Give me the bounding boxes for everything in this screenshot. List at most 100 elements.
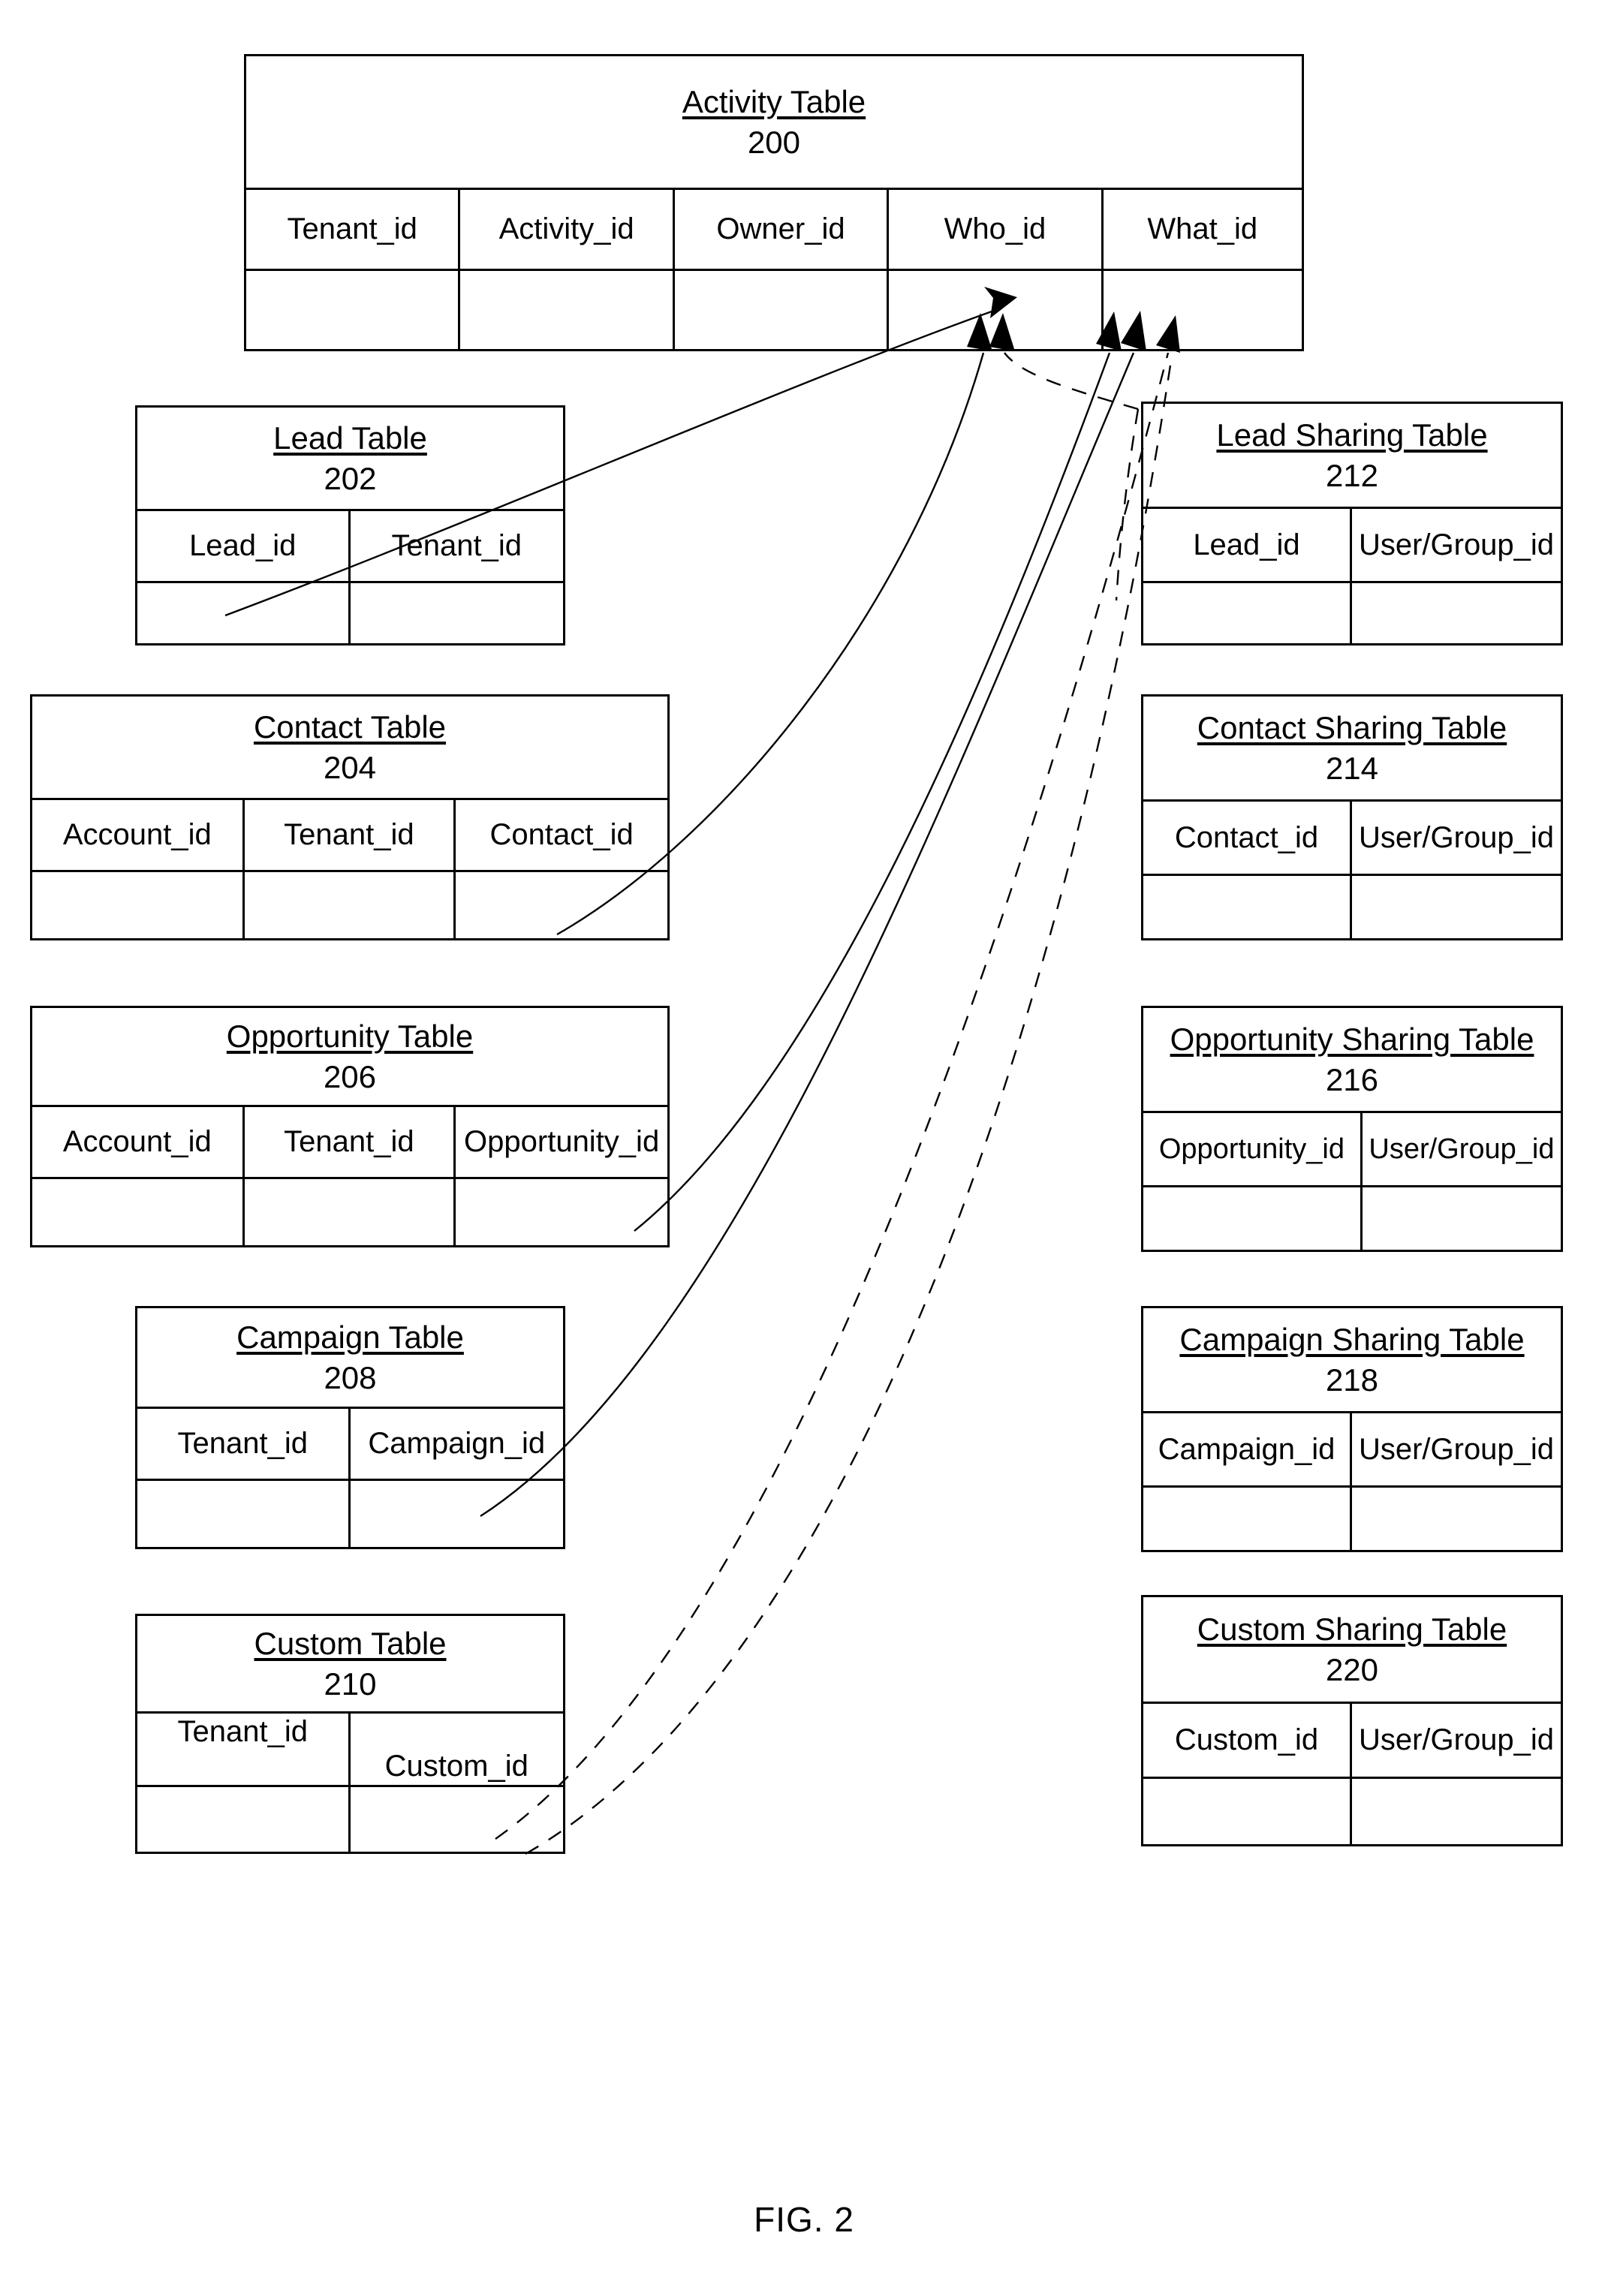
custom-sharing-table-title: Custom Sharing Table [1197,1611,1507,1647]
lead-sharing-col-user-group-id: User/Group_id [1352,509,1561,581]
custom-table-row [137,1787,563,1852]
contact-table: Contact Table 204 Account_id Tenant_id C… [30,694,670,940]
activity-cell-tenant-id [246,271,461,349]
contact-col-tenant-id: Tenant_id [244,800,456,870]
campaign-col-tenant-id: Tenant_id [137,1409,351,1479]
custom-cell-custom-id [351,1787,564,1852]
activity-table-ref: 200 [747,124,801,160]
opportunity-sharing-col-user-group-id: User/Group_id [1362,1113,1561,1185]
lead-sharing-table-ref: 212 [1325,457,1379,493]
lead-sharing-table-column-headers: Lead_id User/Group_id [1143,509,1561,583]
figure-caption: FIG. 2 [754,2200,854,2239]
contact-sharing-cell-contact-id [1143,876,1352,938]
contact-table-column-headers: Account_id Tenant_id Contact_id [32,800,667,872]
opportunity-sharing-col-opportunity-id: Opportunity_id [1143,1113,1363,1185]
campaign-cell-tenant-id [137,1481,351,1547]
opportunity-sharing-cell-user-group-id [1363,1187,1561,1250]
campaign-sharing-col-campaign-id: Campaign_id [1143,1413,1352,1485]
contact-cell-contact-id [456,872,667,938]
activity-table-column-headers: Tenant_id Activity_id Owner_id Who_id Wh… [246,190,1302,271]
contact-table-title: Contact Table [253,709,447,745]
contact-sharing-table: Contact Sharing Table 214 Contact_id Use… [1141,694,1563,940]
custom-sharing-table: Custom Sharing Table 220 Custom_id User/… [1141,1595,1563,1846]
campaign-sharing-table-ref: 218 [1325,1362,1379,1398]
contact-sharing-table-row [1143,876,1561,938]
opportunity-col-account-id: Account_id [32,1107,245,1177]
connector-opportunity-to-whatid [634,311,1122,1232]
custom-table-ref: 210 [324,1666,377,1702]
campaign-table-column-headers: Tenant_id Campaign_id [137,1409,563,1481]
custom-sharing-table-header: Custom Sharing Table 220 [1143,1597,1561,1704]
lead-table: Lead Table 202 Lead_id Tenant_id [135,405,565,645]
contact-table-header: Contact Table 204 [32,697,667,800]
lead-sharing-table-header: Lead Sharing Table 212 [1143,404,1561,509]
opportunity-table-row [32,1179,667,1245]
custom-table-header: Custom Table 210 [137,1616,563,1714]
contact-table-ref: 204 [323,749,377,785]
contact-col-account-id: Account_id [32,800,245,870]
activity-table-title: Activity Table [682,83,866,119]
activity-col-who-id: Who_id [889,190,1104,269]
opportunity-sharing-table-header: Opportunity Sharing Table 216 [1143,1008,1561,1113]
campaign-sharing-table-column-headers: Campaign_id User/Group_id [1143,1413,1561,1488]
custom-sharing-table-column-headers: Custom_id User/Group_id [1143,1704,1561,1779]
lead-cell-tenant-id [351,583,564,643]
campaign-table-row [137,1481,563,1547]
contact-sharing-table-column-headers: Contact_id User/Group_id [1143,802,1561,876]
opportunity-table-ref: 206 [323,1058,377,1094]
activity-cell-what-id [1104,271,1302,349]
opportunity-cell-opportunity-id [456,1179,667,1245]
custom-table: Custom Table 210 Tenant_id Custom_id [135,1614,565,1854]
lead-table-row [137,583,563,643]
contact-cell-account-id [32,872,245,938]
lead-sharing-table-row [1143,583,1561,643]
activity-table: Activity Table 200 Tenant_id Activity_id… [244,54,1304,351]
opportunity-sharing-cell-opportunity-id [1143,1187,1363,1250]
opportunity-col-opportunity-id: Opportunity_id [456,1107,667,1177]
opportunity-sharing-table-ref: 216 [1325,1061,1379,1097]
campaign-table-header: Campaign Table 208 [137,1308,563,1409]
activity-col-tenant-id: Tenant_id [246,190,461,269]
opportunity-sharing-table-row [1143,1187,1561,1250]
custom-cell-tenant-id [137,1787,351,1852]
opportunity-table-column-headers: Account_id Tenant_id Opportunity_id [32,1107,667,1179]
connector-leadsharing-stub [1115,408,1140,601]
contact-col-contact-id: Contact_id [456,800,667,870]
contact-table-row [32,872,667,938]
custom-col-custom-id: Custom_id [350,1714,563,1785]
custom-sharing-table-row [1143,1779,1561,1844]
lead-sharing-cell-user-group-id [1352,583,1561,643]
opportunity-sharing-table-title: Opportunity Sharing Table [1170,1021,1534,1057]
activity-table-row [246,271,1302,349]
contact-sharing-col-contact-id: Contact_id [1143,802,1352,874]
contact-sharing-table-ref: 214 [1325,750,1379,786]
campaign-sharing-cell-campaign-id [1143,1488,1352,1550]
lead-col-lead-id: Lead_id [137,511,351,581]
lead-table-ref: 202 [324,460,377,496]
campaign-col-campaign-id: Campaign_id [350,1409,563,1479]
opportunity-sharing-table: Opportunity Sharing Table 216 Opportunit… [1141,1006,1563,1252]
campaign-table: Campaign Table 208 Tenant_id Campaign_id [135,1306,565,1549]
lead-table-title: Lead Table [273,420,427,456]
opportunity-col-tenant-id: Tenant_id [244,1107,456,1177]
contact-sharing-table-header: Contact Sharing Table 214 [1143,697,1561,802]
activity-cell-owner-id [675,271,890,349]
custom-sharing-cell-custom-id [1143,1779,1352,1844]
campaign-sharing-cell-user-group-id [1352,1488,1561,1550]
opportunity-table: Opportunity Table 206 Account_id Tenant_… [30,1006,670,1247]
custom-sharing-col-user-group-id: User/Group_id [1352,1704,1561,1777]
lead-table-column-headers: Lead_id Tenant_id [137,511,563,583]
campaign-sharing-table-title: Campaign Sharing Table [1179,1321,1525,1357]
custom-col-tenant-id: Tenant_id [137,1714,351,1785]
custom-sharing-cell-user-group-id [1352,1779,1561,1844]
campaign-sharing-table-header: Campaign Sharing Table 218 [1143,1308,1561,1413]
campaign-cell-campaign-id [351,1481,564,1547]
contact-sharing-col-user-group-id: User/Group_id [1352,802,1561,874]
campaign-table-ref: 208 [324,1359,377,1395]
activity-table-header: Activity Table 200 [246,56,1302,190]
campaign-sharing-table: Campaign Sharing Table 218 Campaign_id U… [1141,1306,1563,1552]
custom-table-title: Custom Table [254,1625,447,1661]
activity-col-owner-id: Owner_id [674,190,890,269]
lead-col-tenant-id: Tenant_id [350,511,563,581]
activity-col-activity-id: Activity_id [460,190,675,269]
